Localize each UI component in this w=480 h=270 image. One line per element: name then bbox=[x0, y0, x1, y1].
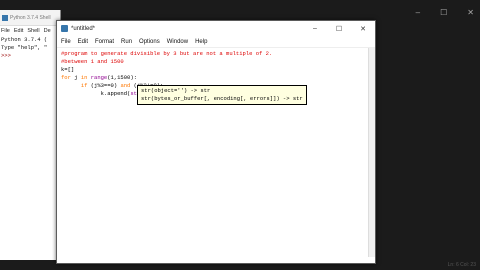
shell-titlebar[interactable]: Python 3.7.4 Shell bbox=[0, 10, 60, 26]
python-icon bbox=[61, 25, 68, 32]
code-token: j bbox=[70, 74, 81, 81]
editor-titlebar[interactable]: *untitled* – ☐ ✕ bbox=[57, 21, 375, 36]
menu-file[interactable]: File bbox=[61, 39, 71, 45]
keyword-for: for bbox=[61, 74, 71, 81]
editor-window[interactable]: *untitled* – ☐ ✕ File Edit Format Run Op… bbox=[56, 20, 376, 264]
menu-edit[interactable]: Edit bbox=[78, 39, 88, 45]
code-token: k.append( bbox=[100, 90, 131, 97]
minimize-button[interactable]: – bbox=[303, 25, 327, 32]
background-window-controls: – ☐ ✕ bbox=[416, 8, 474, 17]
shell-menu-debug[interactable]: De bbox=[44, 28, 51, 34]
menu-format[interactable]: Format bbox=[95, 39, 114, 45]
editor-title: *untitled* bbox=[71, 25, 96, 32]
menu-options[interactable]: Options bbox=[139, 39, 160, 45]
python-shell-window[interactable]: Python 3.7.4 Shell File Edit Shell De Py… bbox=[0, 10, 61, 260]
code-line-4: for j in range(1,1500): bbox=[61, 74, 371, 82]
code-token: (j%3==0) bbox=[87, 82, 121, 89]
code-token: (1,1500): bbox=[107, 74, 137, 81]
python-icon bbox=[2, 14, 8, 21]
shell-line-2: Type "help", " bbox=[1, 44, 48, 51]
menu-help[interactable]: Help bbox=[195, 39, 207, 45]
close-icon[interactable]: ✕ bbox=[467, 8, 474, 17]
shell-menubar: File Edit Shell De bbox=[0, 26, 60, 36]
maximize-icon[interactable]: ☐ bbox=[440, 8, 447, 17]
code-line-2: #between 1 and 1500 bbox=[61, 58, 124, 65]
editor-menubar: File Edit Format Run Options Window Help bbox=[57, 36, 375, 48]
code-line-3: k=[] bbox=[61, 66, 75, 73]
vertical-scrollbar[interactable] bbox=[368, 48, 375, 257]
minimize-icon[interactable]: – bbox=[416, 8, 420, 17]
close-button[interactable]: ✕ bbox=[351, 25, 375, 33]
shell-menu-edit[interactable]: Edit bbox=[14, 28, 23, 34]
calltip-line-1: str(object='') -> str bbox=[141, 87, 211, 94]
builtin-range: range bbox=[87, 74, 108, 81]
shell-menu-file[interactable]: File bbox=[1, 28, 10, 34]
calltip-tooltip: str(object='') -> str str(bytes_or_buffer… bbox=[137, 85, 307, 105]
shell-line-1: Python 3.7.4 ( bbox=[1, 36, 48, 43]
menu-run[interactable]: Run bbox=[121, 39, 132, 45]
keyword-and: and bbox=[120, 82, 131, 89]
code-line-1: #program to generate divisible by 3 but … bbox=[61, 50, 273, 57]
calltip-line-2: str(bytes_or_buffer[, encoding[, errors]… bbox=[141, 95, 303, 102]
shell-menu-shell[interactable]: Shell bbox=[27, 28, 39, 34]
menu-window[interactable]: Window bbox=[167, 39, 188, 45]
maximize-button[interactable]: ☐ bbox=[327, 25, 351, 33]
status-bar: Ln: 6 Col: 23 bbox=[447, 262, 476, 268]
shell-title: Python 3.7.4 Shell bbox=[10, 14, 51, 21]
shell-prompt[interactable]: >>> bbox=[0, 52, 60, 60]
